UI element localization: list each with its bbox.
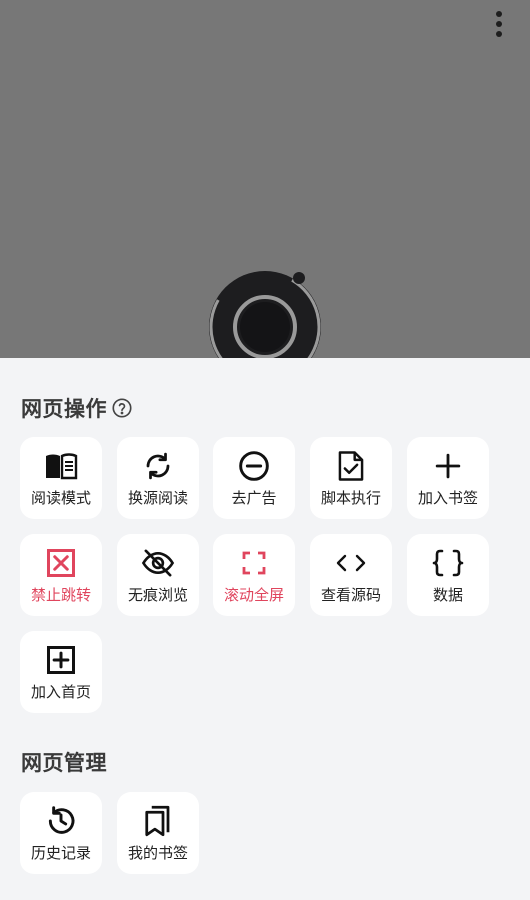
tile-label: 去广告 bbox=[231, 488, 277, 507]
tile-label: 历史记录 bbox=[30, 843, 91, 862]
more-menu-button[interactable] bbox=[487, 8, 511, 40]
bookmarks-icon bbox=[141, 804, 175, 838]
tile-label: 我的书签 bbox=[127, 843, 188, 862]
section-title-text: 网页管理 bbox=[21, 751, 107, 775]
tile-label: 滚动全屏 bbox=[223, 585, 284, 604]
tile-label: 无痕浏览 bbox=[127, 585, 188, 604]
more-dot-icon bbox=[496, 11, 502, 17]
tile-label: 换源阅读 bbox=[127, 488, 188, 507]
block-redirect-button[interactable]: 禁止跳转 bbox=[20, 534, 102, 616]
x-square-icon bbox=[44, 546, 78, 580]
add-bookmark-button[interactable]: 加入书签 bbox=[407, 437, 489, 519]
book-open-icon bbox=[44, 449, 78, 483]
fullscreen-icon bbox=[237, 546, 271, 580]
tile-label: 加入书签 bbox=[417, 488, 478, 507]
code-icon bbox=[334, 546, 368, 580]
history-icon bbox=[44, 804, 78, 838]
help-icon[interactable] bbox=[111, 397, 133, 419]
data-button[interactable]: 数据 bbox=[407, 534, 489, 616]
section-title-text: 网页操作 bbox=[21, 397, 107, 421]
history-button[interactable]: 历史记录 bbox=[20, 792, 102, 874]
file-check-icon bbox=[334, 449, 368, 483]
tile-label: 加入首页 bbox=[30, 682, 91, 701]
tile-label: 查看源码 bbox=[320, 585, 381, 604]
run-script-button[interactable]: 脚本执行 bbox=[310, 437, 392, 519]
more-dot-icon bbox=[496, 31, 502, 37]
eye-off-icon bbox=[141, 546, 175, 580]
scroll-fullscreen-button[interactable]: 滚动全屏 bbox=[213, 534, 295, 616]
loading-spinner-icon bbox=[209, 271, 321, 358]
tile-label: 阅读模式 bbox=[30, 488, 91, 507]
switch-source-button[interactable]: 换源阅读 bbox=[117, 437, 199, 519]
incognito-browse-button[interactable]: 无痕浏览 bbox=[117, 534, 199, 616]
reading-mode-button[interactable]: 阅读模式 bbox=[20, 437, 102, 519]
plus-icon bbox=[431, 449, 465, 483]
section-title-web-actions: 网页操作 bbox=[21, 393, 133, 423]
remove-ads-button[interactable]: 去广告 bbox=[213, 437, 295, 519]
plus-square-icon bbox=[44, 643, 78, 677]
braces-icon bbox=[431, 546, 465, 580]
view-source-button[interactable]: 查看源码 bbox=[310, 534, 392, 616]
webview-overlay[interactable] bbox=[0, 0, 530, 358]
add-to-home-button[interactable]: 加入首页 bbox=[20, 631, 102, 713]
tile-label: 数据 bbox=[432, 585, 463, 604]
tile-label: 脚本执行 bbox=[320, 488, 381, 507]
section-title-web-manage: 网页管理 bbox=[21, 747, 107, 777]
minus-circle-icon bbox=[237, 449, 271, 483]
more-dot-icon bbox=[496, 21, 502, 27]
refresh-icon bbox=[141, 449, 175, 483]
my-bookmarks-button[interactable]: 我的书签 bbox=[117, 792, 199, 874]
tile-label: 禁止跳转 bbox=[30, 585, 91, 604]
bottom-sheet: 网页操作 阅读模式 换源阅读 去广告 脚本执行 加入书签 禁止跳转 无痕浏览 滚… bbox=[0, 358, 530, 900]
